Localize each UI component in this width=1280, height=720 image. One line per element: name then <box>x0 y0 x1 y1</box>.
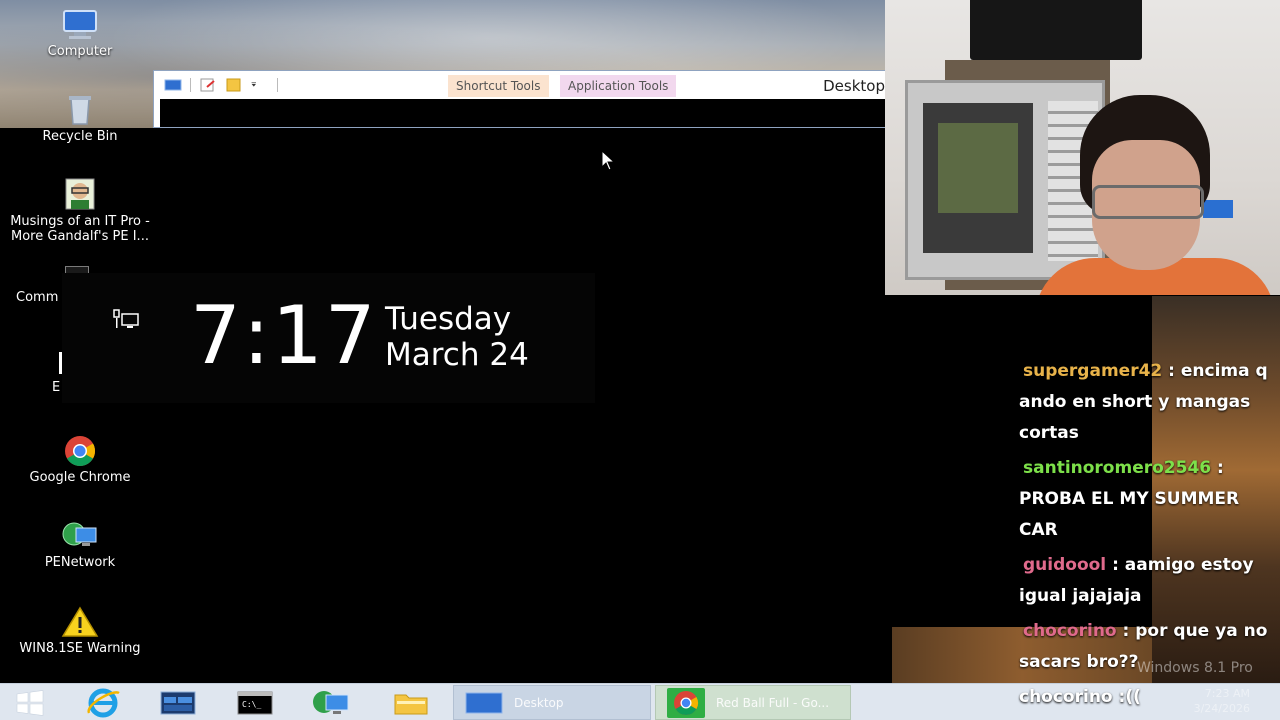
new-folder-icon[interactable] <box>225 78 243 92</box>
stream-chat: supergamer42 : encima q ando en short y … <box>1019 356 1269 682</box>
desktop-icon-recycle-bin[interactable]: Recycle Bin <box>0 93 160 144</box>
pc-motherboard <box>938 123 1018 213</box>
webcam-feed <box>885 0 1280 295</box>
tray-time: 7:23 AM <box>1204 687 1250 700</box>
avatar-icon <box>65 178 95 210</box>
window-icon <box>465 692 503 713</box>
desktop-icon-musings[interactable]: Musings of an IT Pro - More Gandalf's PE… <box>0 178 160 244</box>
network-status-icon <box>113 309 139 328</box>
desktop-icon-penetwork[interactable]: PENetwork <box>0 519 160 570</box>
chat-message: supergamer42 : encima q ando en short y … <box>1019 356 1269 449</box>
explorer-window[interactable]: Shortcut Tools Application Tools Desktop <box>153 70 885 128</box>
task-label: Red Ball Full - Go... <box>716 695 830 710</box>
webcam-pc-case <box>905 80 1105 280</box>
start-icon <box>16 689 44 716</box>
chat-message: santinoromero2546 : PROBA EL MY SUMMER C… <box>1019 453 1269 546</box>
taskbar-task-desktop[interactable]: Desktop <box>453 685 651 720</box>
window-body <box>160 99 885 127</box>
desktop-icon-commands[interactable]: Comm <box>0 266 89 305</box>
tray-date: 3/24/2026 <box>1193 702 1250 715</box>
folder-icon <box>394 694 428 714</box>
ie-icon <box>87 688 120 717</box>
chat-username: chocorino <box>1023 621 1117 641</box>
taskbar-app-blue[interactable] <box>155 686 201 719</box>
desktop-icon-chrome[interactable]: Google Chrome <box>0 434 160 485</box>
tab-application-tools[interactable]: Application Tools <box>560 75 677 97</box>
taskbar-task-chrome[interactable]: Red Ball Full - Go... <box>655 685 851 720</box>
computer-icon <box>63 10 97 39</box>
desktop-icon-label: Musings of an IT Pro - More Gandalf's PE… <box>10 214 150 244</box>
chrome-icon <box>667 687 705 718</box>
task-label: Desktop <box>514 695 564 710</box>
mouse-cursor-icon <box>601 150 616 171</box>
clock-date: March 24 <box>385 337 529 373</box>
taskbar-explorer[interactable] <box>388 686 434 719</box>
chat-username: guidoool <box>1023 555 1107 575</box>
dropdown-icon[interactable] <box>251 78 261 92</box>
window-title: Desktop <box>823 77 885 95</box>
desktop-icon-warning[interactable]: WIN8.1SE Warning <box>0 605 160 656</box>
desktop-icon-computer[interactable]: Computer <box>0 8 160 59</box>
webcam-blue-object <box>1203 200 1233 218</box>
windows-watermark: Windows 8.1 Pro <box>1137 660 1253 676</box>
clock-time: 7:17 <box>190 289 378 382</box>
svg-text:C:\_: C:\_ <box>242 700 261 709</box>
screen: Computer Recycle Bin Musings of an IT Pr… <box>0 0 1280 720</box>
recycle-bin-icon <box>69 96 91 125</box>
desktop-icon-label: Computer <box>47 44 113 59</box>
window-icon <box>164 79 182 91</box>
task-manager-icon <box>160 691 196 714</box>
tray-clock[interactable]: 7:23 AM 3/24/2026 <box>1194 686 1250 716</box>
window-titlebar[interactable]: Shortcut Tools Application Tools Desktop <box>154 71 885 99</box>
desktop-icon-label: Recycle Bin <box>42 129 118 144</box>
properties-icon[interactable] <box>199 78 217 92</box>
desktop-icon-label: WIN8.1SE Warning <box>19 641 141 656</box>
warning-icon <box>61 606 99 637</box>
cmd-icon: C:\_ <box>237 691 273 714</box>
start-button[interactable] <box>10 686 50 719</box>
chat-username: santinoromero2546 <box>1023 458 1212 478</box>
chat-message: guidoool : aamigo estoy igual jajajaja <box>1019 550 1269 612</box>
lock-clock-overlay: 7:17 Tuesday March 24 <box>62 273 595 403</box>
chat-username: supergamer42 <box>1023 361 1163 381</box>
desktop-icon-label: PENetwork <box>44 555 116 570</box>
desktop-icon-label: Google Chrome <box>29 470 131 485</box>
divider <box>277 78 278 92</box>
network-icon <box>313 690 349 714</box>
desktop-icon-label: Comm <box>16 290 59 305</box>
tab-shortcut-tools[interactable]: Shortcut Tools <box>448 75 549 97</box>
clock-day: Tuesday <box>385 301 512 337</box>
chrome-icon <box>65 436 96 467</box>
taskbar-cmd[interactable]: C:\_ <box>232 686 278 719</box>
webcam-tv <box>970 0 1142 60</box>
webcam-person-glasses <box>1092 185 1204 219</box>
chat-message-partial: chocorino :(( <box>1019 687 1141 707</box>
taskbar-network[interactable] <box>308 686 356 719</box>
divider <box>190 78 191 92</box>
taskbar-ie[interactable] <box>80 686 126 719</box>
network-icon <box>62 522 97 546</box>
